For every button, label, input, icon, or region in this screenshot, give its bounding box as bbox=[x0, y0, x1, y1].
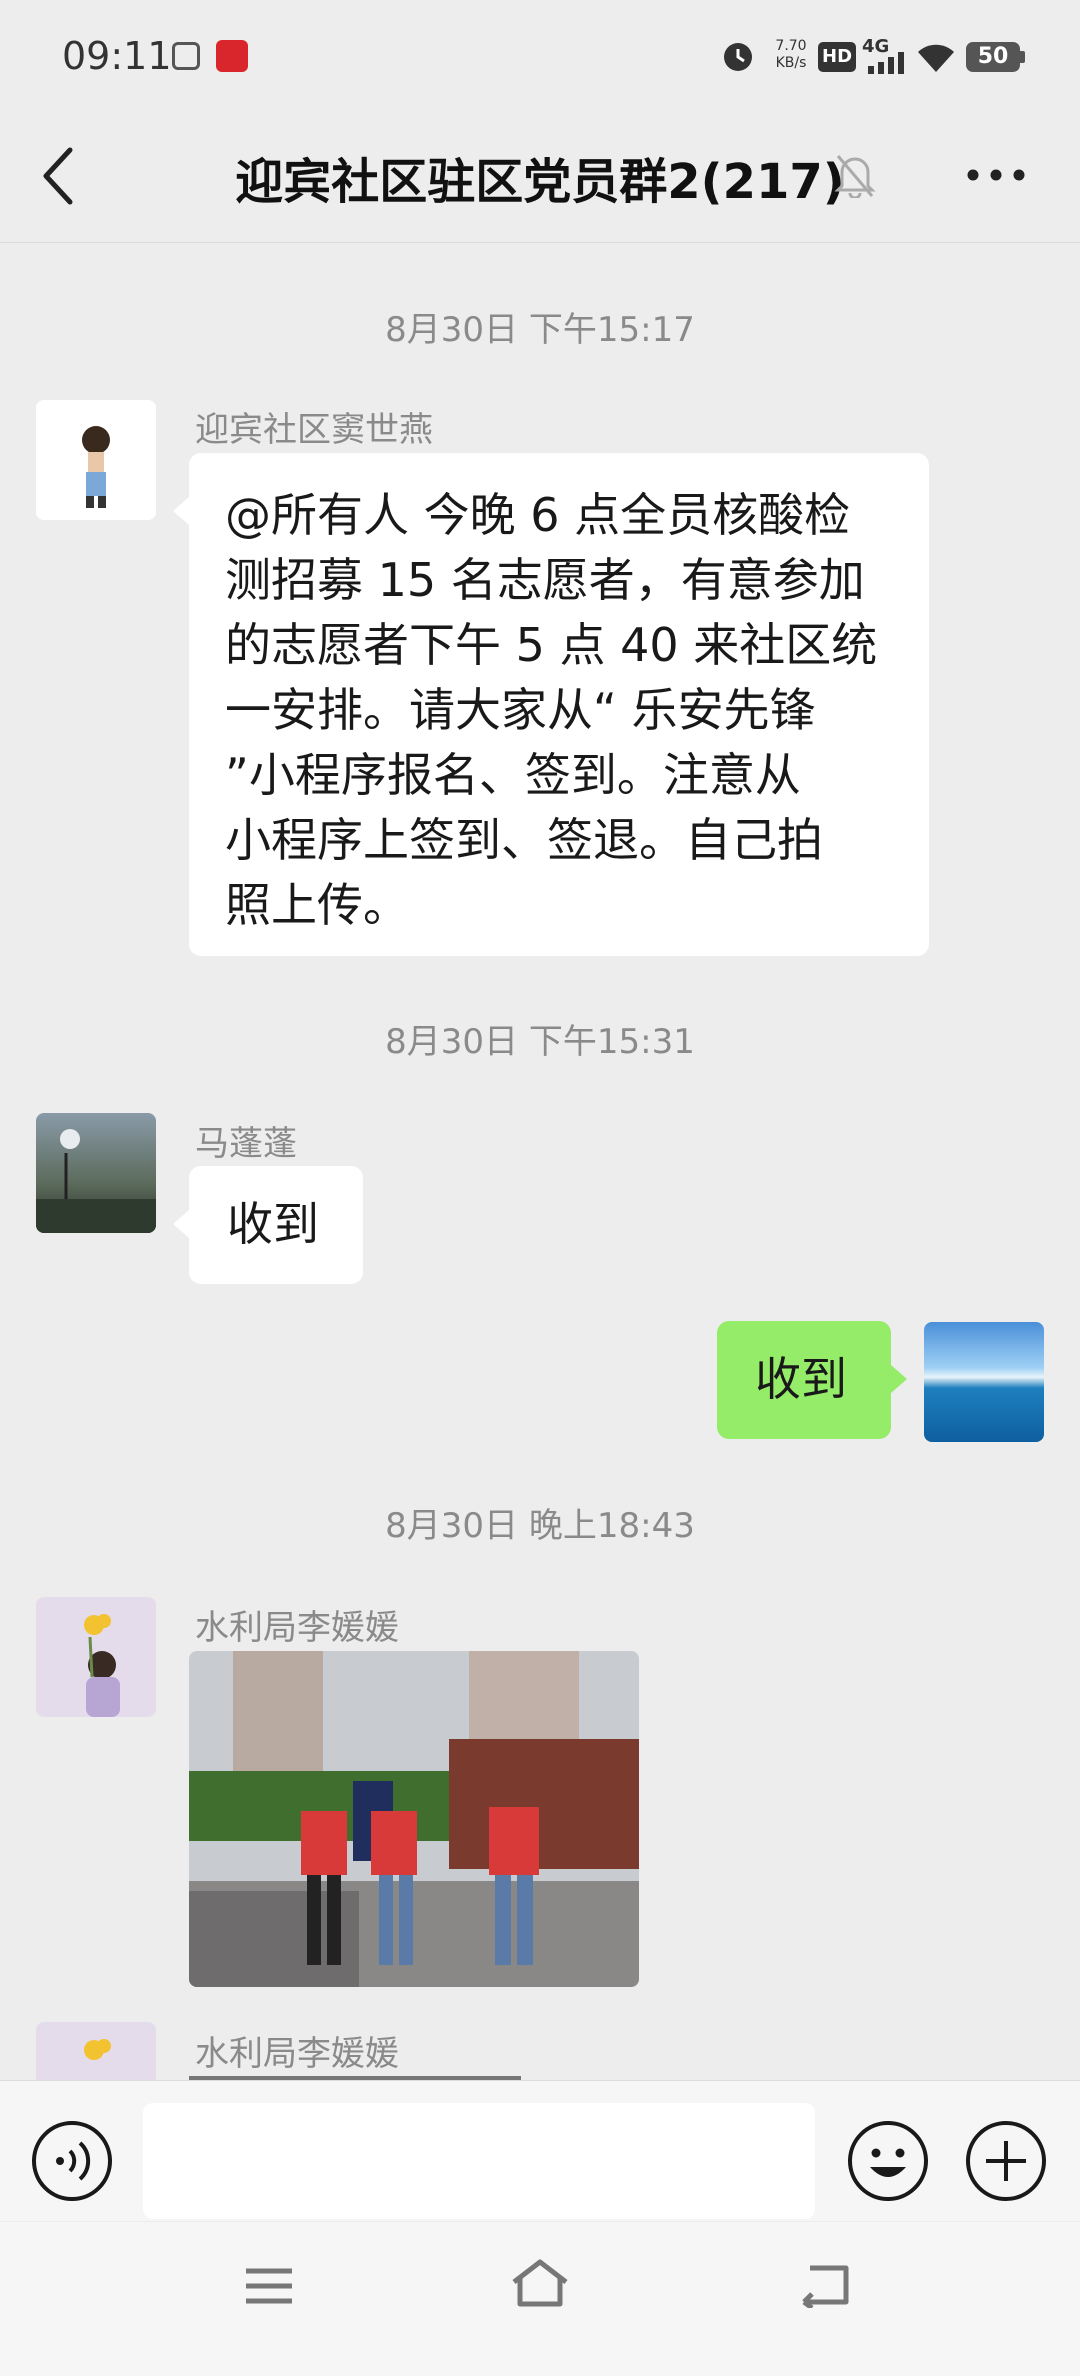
photo-message[interactable] bbox=[189, 1651, 639, 1987]
message-line: ”小程序报名、签到。注意从 bbox=[225, 748, 801, 802]
message-line: 照上传。 bbox=[225, 878, 409, 932]
message-line: @所有人 今晚 6 点全员核酸检 bbox=[225, 488, 851, 542]
avatar[interactable] bbox=[36, 400, 156, 520]
message-timestamp: 8月30日 下午15:31 bbox=[385, 1022, 695, 1062]
battery-level: 50 bbox=[977, 44, 1009, 69]
plus-button[interactable] bbox=[964, 2119, 1048, 2203]
message-input[interactable] bbox=[143, 2103, 815, 2219]
status-bar: 09:11 7.70 KB/s HD 4G 50 bbox=[0, 0, 1080, 118]
notification-app-icon bbox=[172, 42, 200, 70]
alarm-icon bbox=[724, 43, 752, 71]
net-speed-unit: KB/s bbox=[775, 55, 807, 71]
message-bubble[interactable]: 收到 bbox=[173, 1166, 363, 1284]
sender-name: 水利局李媛媛 bbox=[195, 2034, 399, 2074]
sender-name: 马蓬蓬 bbox=[195, 1124, 297, 1164]
net-speed-value: 7.70 bbox=[775, 38, 807, 54]
bell-off-icon bbox=[834, 155, 876, 198]
message-line: 一安排。请大家从“ 乐安先锋 bbox=[225, 683, 816, 737]
my-message-bubble[interactable]: 收到 bbox=[717, 1321, 907, 1439]
avatar[interactable] bbox=[36, 1597, 156, 1717]
message-timestamp: 8月30日 下午15:17 bbox=[385, 310, 695, 350]
message-timestamp: 8月30日 晚上18:43 bbox=[385, 1506, 695, 1546]
battery-indicator: 50 bbox=[966, 42, 1020, 72]
wifi-icon bbox=[918, 44, 954, 72]
message-line: 测招募 15 名志愿者，有意参加 bbox=[225, 553, 865, 607]
signal-icon bbox=[868, 52, 904, 74]
hd-badge: HD bbox=[818, 42, 857, 72]
system-navigation bbox=[0, 2222, 1080, 2376]
message-text: 收到 bbox=[755, 1352, 847, 1406]
my-avatar[interactable] bbox=[924, 1322, 1044, 1442]
avatar[interactable] bbox=[36, 1113, 156, 1233]
study-app-icon bbox=[216, 40, 248, 72]
emoji-button[interactable] bbox=[846, 2119, 930, 2203]
sender-name: 水利局李媛媛 bbox=[195, 1608, 399, 1648]
chat-title: 迎宾社区驻区党员群2(217) bbox=[235, 154, 845, 210]
net-speed: 7.70 KB/s bbox=[766, 38, 816, 72]
battery-tip bbox=[1020, 51, 1025, 63]
voice-button[interactable] bbox=[30, 2119, 114, 2203]
sender-name: 迎宾社区窦世燕 bbox=[195, 410, 433, 450]
message-text: 收到 bbox=[227, 1197, 319, 1251]
message-line: 的志愿者下午 5 点 40 来社区统 bbox=[225, 618, 878, 672]
input-bar bbox=[0, 2080, 1080, 2221]
more-button[interactable] bbox=[966, 168, 1026, 182]
message-line: 小程序上签到、签退。自己拍 bbox=[225, 813, 823, 867]
message-bubble[interactable]: @所有人 今晚 6 点全员核酸检 测招募 15 名志愿者，有意参加 的志愿者下午… bbox=[173, 453, 929, 956]
chat-header: 迎宾社区驻区党员群2(217) bbox=[0, 118, 1080, 243]
status-time: 09:11 bbox=[62, 34, 172, 78]
avatar[interactable] bbox=[36, 2022, 156, 2080]
home-button[interactable] bbox=[510, 2258, 570, 2308]
menu-button[interactable] bbox=[244, 2266, 294, 2306]
back-nav-button[interactable] bbox=[796, 2262, 852, 2308]
